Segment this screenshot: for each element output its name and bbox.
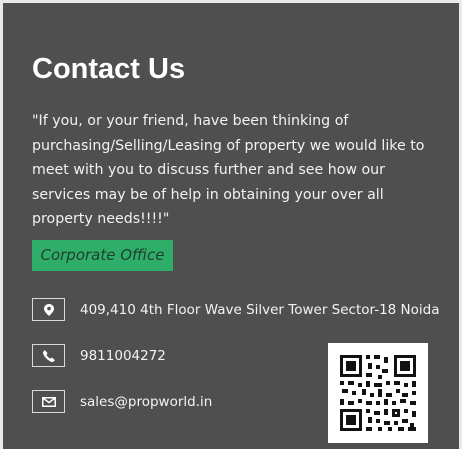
email-row: sales@propworld.in xyxy=(32,390,212,413)
qr-code xyxy=(328,343,428,443)
address-row: 409,410 4th Floor Wave Silver Tower Sect… xyxy=(32,298,440,321)
address-text: 409,410 4th Floor Wave Silver Tower Sect… xyxy=(80,301,440,318)
phone-text: 9811004272 xyxy=(80,347,166,364)
page-title: Contact Us xyxy=(32,53,186,85)
contact-quote: "If you, or your friend, have been think… xyxy=(32,113,425,228)
email-link[interactable]: sales@propworld.in xyxy=(80,394,212,410)
envelope-icon xyxy=(32,390,65,413)
phone-icon xyxy=(32,344,65,367)
map-marker-icon xyxy=(32,298,65,321)
contact-panel: Contact Us "If you, or your friend, have… xyxy=(3,3,459,449)
phone-row: 9811004272 xyxy=(32,344,166,367)
corporate-office-badge: Corporate Office xyxy=(32,240,173,271)
